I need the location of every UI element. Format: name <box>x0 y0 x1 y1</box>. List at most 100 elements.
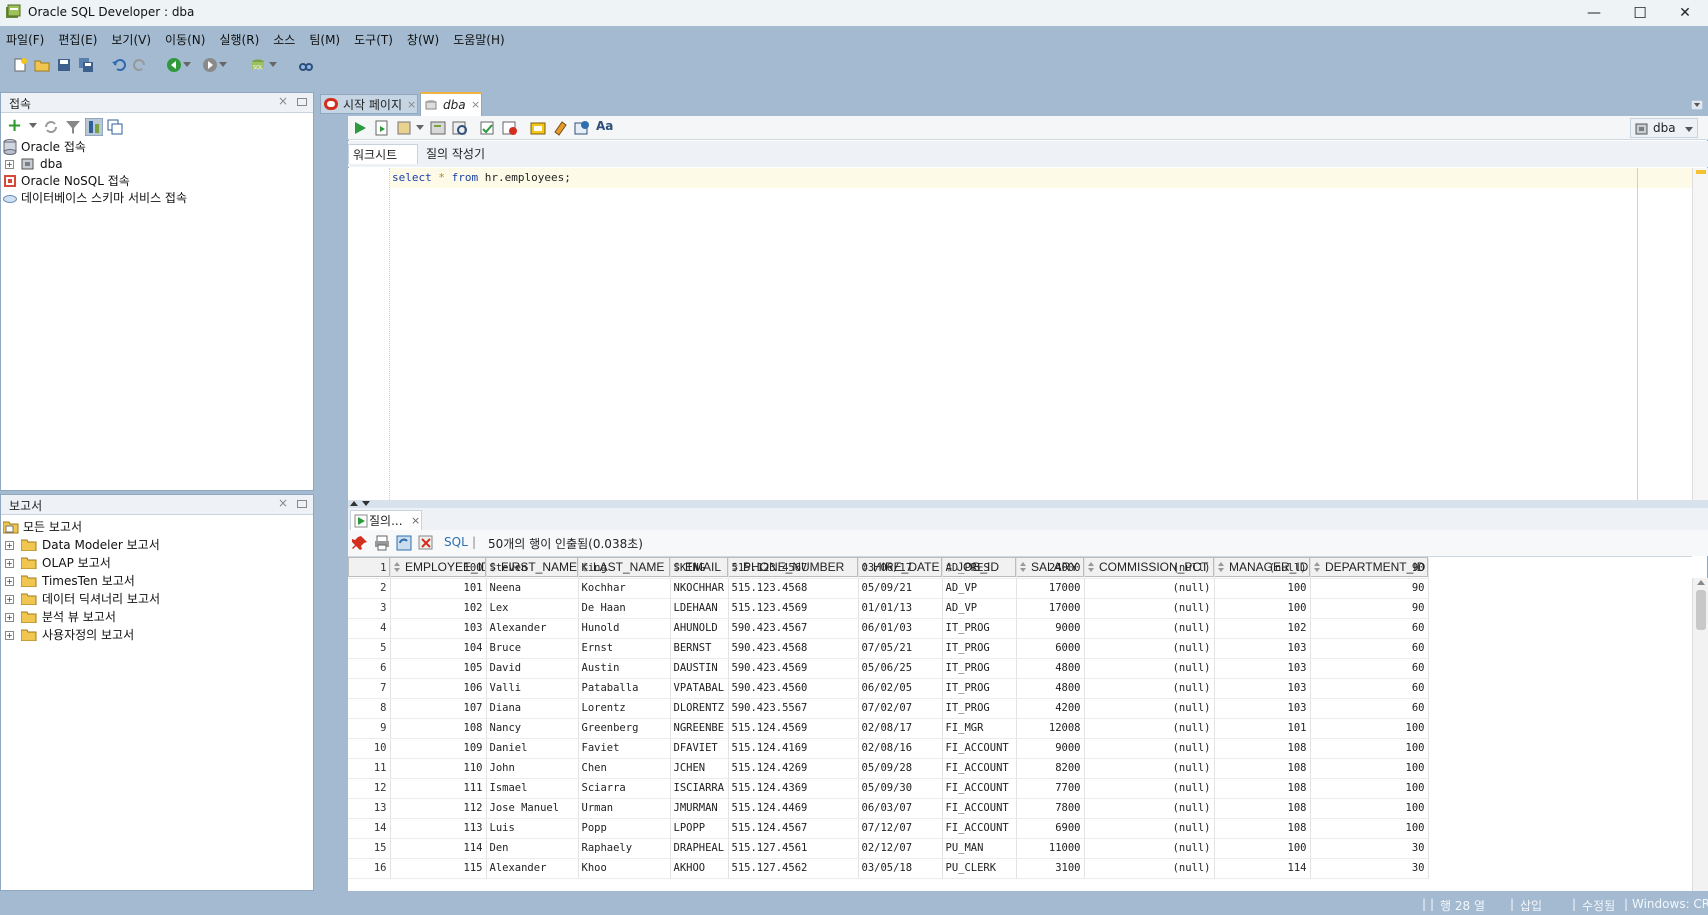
minimize-panel-icon[interactable] <box>297 98 307 106</box>
tab-worksheet[interactable]: 워크시트 <box>348 144 418 164</box>
table-cell[interactable]: FI_ACCOUNT <box>942 738 1017 759</box>
table-cell[interactable]: 100 <box>1310 758 1429 779</box>
table-cell[interactable]: 6000 <box>1016 638 1085 659</box>
table-cell[interactable]: 114 <box>1214 858 1311 879</box>
table-cell[interactable]: 102 <box>390 598 487 619</box>
table-cell[interactable]: 90 <box>1310 598 1429 619</box>
table-cell[interactable]: IT_PROG <box>942 658 1017 679</box>
open-folder-icon[interactable] <box>31 54 53 76</box>
sql-text[interactable]: select * from hr.employees; <box>392 171 571 184</box>
table-cell[interactable]: 515.124.4369 <box>728 778 859 799</box>
table-cell[interactable]: Raphaely <box>578 838 671 859</box>
table-cell[interactable]: PU_CLERK <box>942 858 1017 879</box>
table-cell[interactable]: DFAVIET <box>670 738 729 759</box>
sql-worksheet-icon[interactable]: SQL <box>247 54 269 76</box>
filter-icon[interactable] <box>65 119 81 135</box>
expand-icon[interactable]: + <box>5 613 14 622</box>
clear-eraser-icon[interactable] <box>552 120 568 136</box>
close-button[interactable]: ✕ <box>1662 0 1708 26</box>
table-cell[interactable]: 03/05/18 <box>858 858 943 879</box>
schema-browser-icon[interactable] <box>85 118 103 136</box>
menu-edit[interactable]: 편집(E) <box>52 30 105 50</box>
table-cell[interactable]: 03/06/17 <box>858 558 943 579</box>
table-cell[interactable]: IT_PROG <box>942 638 1017 659</box>
delete-icon[interactable] <box>418 535 434 551</box>
table-cell[interactable]: 103 <box>1214 658 1311 679</box>
binoculars-icon[interactable] <box>295 54 317 76</box>
new-file-icon[interactable] <box>9 54 31 76</box>
table-cell[interactable]: Popp <box>578 818 671 839</box>
table-cell[interactable]: LPOPP <box>670 818 729 839</box>
menu-navigate[interactable]: 이동(N) <box>159 30 213 50</box>
table-cell[interactable]: Austin <box>578 658 671 679</box>
table-cell[interactable]: Valli <box>486 678 579 699</box>
table-cell[interactable]: 100 <box>1310 718 1429 739</box>
table-cell[interactable]: 108 <box>1214 818 1311 839</box>
add-connection-icon[interactable]: + <box>7 115 22 136</box>
table-cell[interactable]: ISCIARRA <box>670 778 729 799</box>
table-cell[interactable]: 17000 <box>1016 578 1085 599</box>
expand-icon[interactable]: + <box>5 541 14 550</box>
table-cell[interactable]: FI_ACCOUNT <box>942 798 1017 819</box>
table-cell[interactable]: (null) <box>1084 618 1215 639</box>
table-cell[interactable]: Hunold <box>578 618 671 639</box>
expand-icon[interactable]: + <box>5 160 14 169</box>
table-cell[interactable]: 05/09/30 <box>858 778 943 799</box>
table-cell[interactable]: 8200 <box>1016 758 1085 779</box>
tab-dba[interactable]: dba × <box>420 92 482 116</box>
table-cell[interactable]: 515.127.4561 <box>728 838 859 859</box>
table-cell[interactable]: DAUSTIN <box>670 658 729 679</box>
table-cell[interactable]: IT_PROG <box>942 698 1017 719</box>
chevron-down-icon[interactable] <box>267 54 279 76</box>
table-cell[interactable]: Daniel <box>486 738 579 759</box>
table-row[interactable]: 15 114 Den Raphaely DRAPHEAL 515.127.4561 02/1… <box>348 838 1429 859</box>
table-cell[interactable]: 07/02/07 <box>858 698 943 719</box>
table-cell[interactable]: 111 <box>390 778 487 799</box>
table-cell[interactable]: 07/05/21 <box>858 638 943 659</box>
table-row[interactable]: 11 110 John Chen JCHEN 515.124.4269 05/09/28 FI… <box>348 758 1429 779</box>
table-cell[interactable]: FI_ACCOUNT <box>942 758 1017 779</box>
tree-item-report[interactable]: + OLAP 보고서 <box>5 555 265 571</box>
table-cell[interactable]: NKOCHHAR <box>670 578 729 599</box>
table-cell[interactable]: (null) <box>1084 738 1215 759</box>
table-cell[interactable]: 30 <box>1310 858 1429 879</box>
table-cell[interactable]: 106 <box>390 678 487 699</box>
table-cell[interactable]: Sciarra <box>578 778 671 799</box>
table-cell[interactable]: AD_VP <box>942 598 1017 619</box>
table-cell[interactable]: (null) <box>1084 658 1215 679</box>
table-cell[interactable]: Lex <box>486 598 579 619</box>
table-cell[interactable]: (null) <box>1084 758 1215 779</box>
sql-editor[interactable]: select * from hr.employees; <box>348 168 1692 500</box>
table-cell[interactable]: IT_PROG <box>942 618 1017 639</box>
table-cell[interactable]: SKING <box>670 558 729 579</box>
menu-view[interactable]: 보기(V) <box>105 30 159 50</box>
table-cell[interactable]: JCHEN <box>670 758 729 779</box>
table-cell[interactable]: (null) <box>1084 798 1215 819</box>
vertical-scrollbar[interactable] <box>1692 578 1708 891</box>
table-cell[interactable]: 06/03/07 <box>858 798 943 819</box>
table-cell[interactable]: Bruce <box>486 638 579 659</box>
table-cell[interactable]: (null) <box>1084 818 1215 839</box>
table-cell[interactable]: (null) <box>1214 558 1311 579</box>
sql-link[interactable]: SQL <box>444 535 468 549</box>
save-all-icon[interactable] <box>75 54 97 76</box>
table-cell[interactable]: 104 <box>390 638 487 659</box>
undo-icon[interactable] <box>108 54 130 76</box>
table-cell[interactable]: Ernst <box>578 638 671 659</box>
table-cell[interactable]: 7800 <box>1016 798 1085 819</box>
close-icon[interactable]: × <box>407 95 416 115</box>
autotrace-icon[interactable] <box>396 120 412 136</box>
table-row[interactable]: 9 108 Nancy Greenberg NGREENBE 515.124.4569 02… <box>348 718 1429 739</box>
format-icon[interactable] <box>574 120 590 136</box>
pin-icon[interactable] <box>352 535 368 551</box>
table-cell[interactable]: (null) <box>1084 638 1215 659</box>
table-row[interactable]: 5 104 Bruce Ernst BERNST 590.423.4568 07/05/21… <box>348 638 1429 659</box>
table-row[interactable]: 16 115 Alexander Khoo AKHOO 515.127.4562 03/05… <box>348 858 1429 879</box>
table-cell[interactable]: AHUNOLD <box>670 618 729 639</box>
table-cell[interactable]: 515.123.4567 <box>728 558 859 579</box>
table-cell[interactable]: 590.423.5567 <box>728 698 859 719</box>
table-cell[interactable]: 02/12/07 <box>858 838 943 859</box>
tab-start-page[interactable]: 시작 페이지 × <box>320 94 418 114</box>
table-cell[interactable]: FI_MGR <box>942 718 1017 739</box>
table-cell[interactable]: 7700 <box>1016 778 1085 799</box>
